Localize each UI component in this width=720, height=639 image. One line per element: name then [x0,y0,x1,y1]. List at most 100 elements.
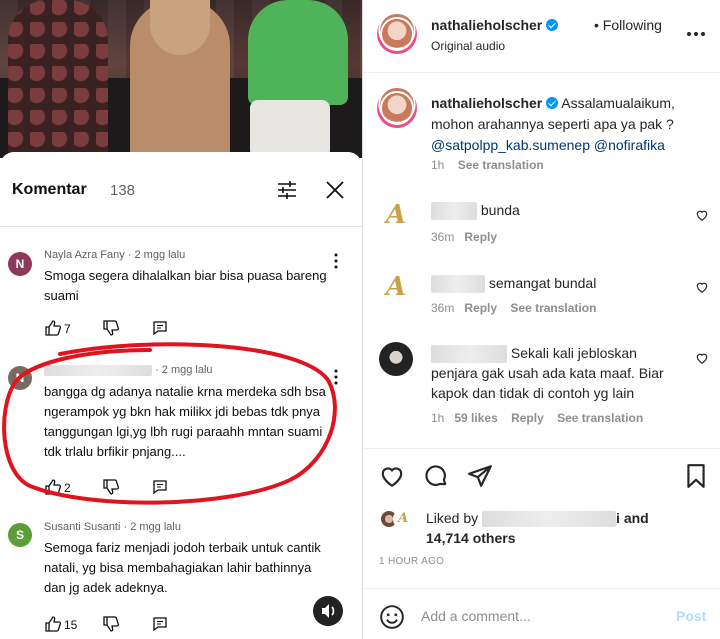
commenter-avatar[interactable] [379,270,413,304]
thumb-up-icon[interactable] [44,319,62,337]
comment-time: · 2 mgg lalu [127,249,186,261]
add-comment-input[interactable]: Add a comment... [421,608,531,624]
thumb-up-icon[interactable] [44,615,62,633]
caption-avatar[interactable] [377,88,417,128]
see-translation-link[interactable]: See translation [458,158,544,172]
reply-icon[interactable] [152,479,168,495]
heart-icon[interactable] [379,463,405,489]
heart-icon[interactable] [695,280,709,294]
liked-by-prefix: Liked by [426,510,479,526]
caption-time: 1h [431,158,445,172]
comment-actions: 7 [44,319,244,339]
header-username-text[interactable]: nathalieholscher [431,17,542,33]
profile-avatar[interactable] [377,14,417,54]
likes-count[interactable]: 59 likes [454,411,497,425]
reply-icon[interactable] [152,616,168,632]
thumb-down-icon[interactable] [102,478,120,496]
like-count: 7 [64,322,71,336]
liker-avatar-letter: A [397,511,409,526]
instagram-panel: nathalieholscher • Following Original au… [362,0,720,639]
liked-by: Liked by i and 14,714 others [426,508,706,548]
post-button[interactable]: Post [676,608,706,624]
comment-time: 36m [431,301,455,315]
comment-actions: 2 [44,478,244,498]
verified-icon [546,97,559,109]
commenter-avatar[interactable] [379,342,413,376]
comment-time: · 2 mgg lalu [123,521,181,533]
verified-icon [546,19,559,31]
see-translation-link[interactable]: See translation [557,411,643,425]
comment-time: · 2 mgg lalu [155,364,213,376]
mention-link[interactable]: @nofirafika [594,137,665,153]
comment-text: Semoga fariz menjadi jodoh terbaik untuk… [44,540,321,595]
share-icon[interactable] [467,463,493,489]
video-person-right-legs [250,100,330,158]
see-translation-link[interactable]: See translation [510,301,596,315]
post-time: 1 HOUR AGO [379,556,445,567]
dot-separator: • [594,17,599,33]
comment-time: 1h [431,411,445,425]
comment-meta: Susanti Susanti · 2 mgg lalu [44,521,181,533]
original-audio[interactable]: Original audio [431,39,505,53]
liked-by-suffix[interactable]: i and [616,510,649,526]
heart-icon[interactable] [695,208,709,222]
video-person-left [8,0,108,158]
reply-icon[interactable] [152,320,168,336]
avatar-letter: N [15,257,25,271]
comments-header: Komentar 138 [0,152,362,226]
thumb-down-icon[interactable] [102,615,120,633]
thumb-down-icon[interactable] [102,319,120,337]
volume-button[interactable] [313,596,343,626]
more-horiz-icon[interactable] [685,24,707,44]
avatar[interactable]: S [8,523,32,547]
ig-comment-meta: 36m Reply See translation [431,301,596,315]
ig-comment-text: Sekali kali jebloskan penjara gak usah a… [431,343,683,403]
following-label[interactable]: • Following [594,17,662,33]
caption-text: nathalieholscher Assalamualaikum, mohon … [431,93,711,156]
blurred-username [431,275,485,294]
comments-divider [0,226,362,227]
like-count: 15 [64,618,78,632]
following-text[interactable]: Following [603,17,662,33]
avatar-letter: N [15,371,25,385]
reply-link[interactable]: Reply [464,230,497,244]
avatar-letter: S [15,528,24,542]
ig-comment-text: bunda [431,200,683,221]
heart-icon[interactable] [695,351,709,365]
bookmark-icon[interactable] [683,463,709,489]
emoji-icon[interactable] [379,604,405,630]
comment-icon[interactable] [423,463,449,489]
comment-time: 36m [431,230,455,244]
header-username[interactable]: nathalieholscher [431,17,559,33]
ig-comment-body: semangat bundal [488,275,597,291]
reply-link[interactable]: Reply [511,411,544,425]
caption-meta: 1h See translation [431,158,544,172]
blurred-author [44,364,152,376]
comments-count: 138 [110,182,136,199]
like-count: 2 [64,481,71,495]
avatar[interactable]: N [8,366,32,390]
video-thumbnail[interactable] [0,0,362,158]
blurred-liker [482,511,617,528]
comment-author[interactable]: Nayla Azra Fany [44,249,125,261]
ig-comment-meta: 36m Reply [431,230,497,244]
avatar[interactable]: N [8,252,32,276]
comment-author[interactable]: Susanti Susanti [44,521,120,533]
reply-link[interactable]: Reply [464,301,497,315]
caption-username[interactable]: nathalieholscher [431,95,542,111]
commenter-avatar[interactable] [379,198,413,232]
ig-comment-meta: 1h 59 likes Reply See translation [431,411,643,425]
blurred-username [431,345,507,364]
liker-avatar[interactable]: A [393,509,413,529]
comment-meta: Nayla Azra Fany · 2 mgg lalu [44,249,185,261]
comment-text: Smoga segera dihalalkan biar bisa puasa … [44,268,327,303]
video-person-right [248,0,348,105]
liked-by-others[interactable]: 14,714 others [426,530,516,546]
close-icon[interactable] [324,179,346,201]
thumb-up-icon[interactable] [44,478,62,496]
volume-icon [322,604,335,618]
mention-link[interactable]: @satpolpp_kab.sumenep [431,137,590,153]
filter-icon[interactable] [276,179,298,201]
blurred-username [431,202,477,221]
ig-comment-text: semangat bundal [431,273,683,294]
